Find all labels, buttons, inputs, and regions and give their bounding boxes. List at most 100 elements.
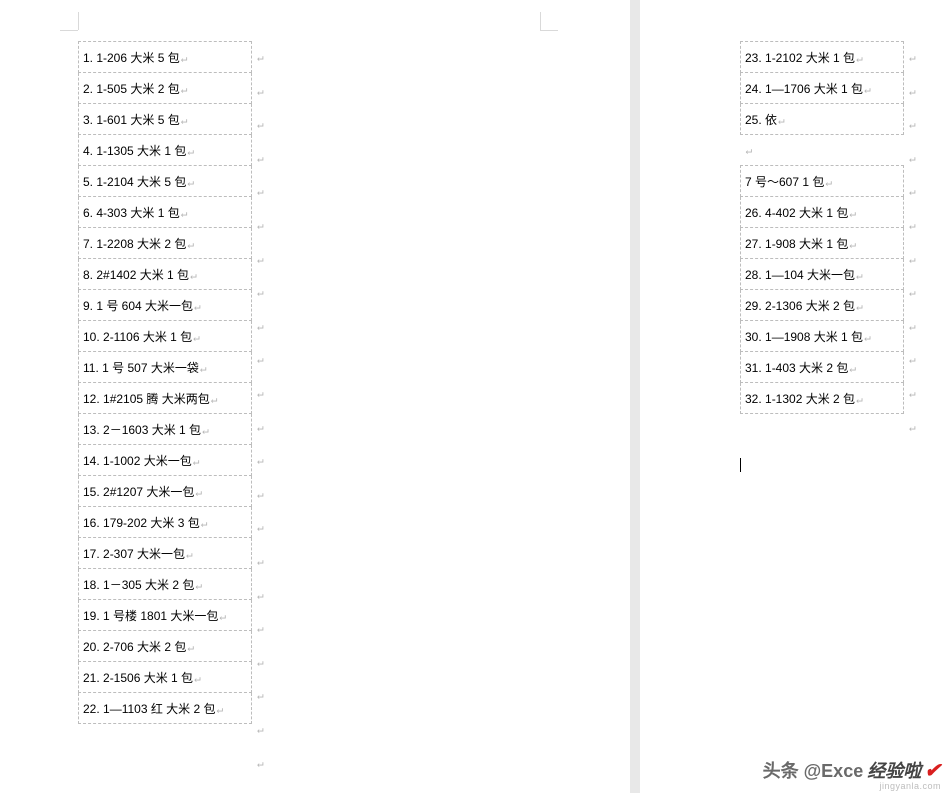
table-row[interactable]: 4. 1-1305 大米 1 包↵ (79, 135, 252, 166)
table-cell[interactable]: 11. 1 号 507 大米一袋↵ (79, 352, 252, 383)
return-mark-icon: ↵ (217, 703, 224, 716)
return-mark-icon: ↵ (909, 253, 916, 266)
table-cell[interactable]: 27. 1-908 大米 1 包↵ (741, 228, 904, 259)
table-row[interactable]: 1. 1-206 大米 5 包↵ (79, 42, 252, 73)
table-cell[interactable]: 30. 1—1908 大米 1 包↵ (741, 321, 904, 352)
table-row[interactable]: 19. 1 号楼 1801 大米一包↵ (79, 600, 252, 631)
table-row[interactable]: 18. 1－305 大米 2 包↵ (79, 569, 252, 600)
table-row[interactable]: 28. 1—104 大米一包↵ (741, 259, 904, 290)
page-separator (630, 0, 640, 793)
cell-text: 4. 1-1305 大米 1 包 (83, 144, 186, 158)
table-row[interactable]: 11. 1 号 507 大米一袋↵ (79, 352, 252, 383)
return-mark-icon: ↵ (909, 387, 916, 400)
return-mark-icon: ↵ (202, 424, 209, 437)
table-row[interactable]: 32. 1-1302 大米 2 包↵ (741, 383, 904, 414)
table-row[interactable]: 15. 2#1207 大米一包↵ (79, 476, 252, 507)
table-cell[interactable]: 10. 2-1106 大米 1 包↵ (79, 321, 252, 352)
table-row[interactable]: 2. 1-505 大米 2 包↵ (79, 73, 252, 104)
table-cell[interactable]: 14. 1-1002 大米一包↵ (79, 445, 252, 476)
table-row[interactable]: 31. 1-403 大米 2 包↵ (741, 352, 904, 383)
table-cell[interactable]: 25. 依↵ (741, 104, 904, 135)
table-row[interactable]: 27. 1-908 大米 1 包↵ (741, 228, 904, 259)
table-cell[interactable]: 31. 1-403 大米 2 包↵ (741, 352, 904, 383)
table-row[interactable]: 6. 4-303 大米 1 包↵ (79, 197, 252, 228)
cell-text: 31. 1-403 大米 2 包 (745, 361, 848, 375)
table-right[interactable]: 23. 1-2102 大米 1 包↵24. 1—1706 大米 1 包↵25. … (740, 41, 904, 414)
table-cell[interactable]: 22. 1—1103 红 大米 2 包↵ (79, 693, 252, 724)
table-cell[interactable]: ↵ (741, 135, 904, 166)
table-cell[interactable]: 20. 2-706 大米 2 包↵ (79, 631, 252, 662)
table-left[interactable]: 1. 1-206 大米 5 包↵2. 1-505 大米 2 包↵3. 1-601… (78, 41, 252, 724)
table-cell[interactable]: 32. 1-1302 大米 2 包↵ (741, 383, 904, 414)
cell-text: 25. 依 (745, 113, 777, 127)
return-mark-icon: ↵ (909, 286, 916, 299)
cell-text: 6. 4-303 大米 1 包 (83, 206, 180, 220)
return-mark-icon: ↵ (864, 83, 871, 96)
table-row[interactable]: 16. 179-202 大米 3 包↵ (79, 507, 252, 538)
return-mark-icon: ↵ (257, 723, 264, 736)
cell-text: 19. 1 号楼 1801 大米一包 (83, 609, 218, 623)
table-cell[interactable]: 24. 1—1706 大米 1 包↵ (741, 73, 904, 104)
table-cell[interactable]: 8. 2#1402 大米 1 包↵ (79, 259, 252, 290)
return-mark-icon: ↵ (909, 51, 916, 64)
watermark: 头条 @Exce 经验啦 ✔ (763, 757, 941, 783)
cell-text: 1. 1-206 大米 5 包 (83, 51, 180, 65)
return-mark-icon: ↵ (849, 207, 856, 220)
return-mark-icon: ↵ (856, 393, 863, 406)
table-row[interactable]: 8. 2#1402 大米 1 包↵ (79, 259, 252, 290)
table-row[interactable]: 29. 2-1306 大米 2 包↵ (741, 290, 904, 321)
table-row[interactable]: 24. 1—1706 大米 1 包↵ (741, 73, 904, 104)
table-cell[interactable]: 26. 4-402 大米 1 包↵ (741, 197, 904, 228)
table-cell[interactable]: 9. 1 号 604 大米一包↵ (79, 290, 252, 321)
table-cell[interactable]: 6. 4-303 大米 1 包↵ (79, 197, 252, 228)
table-cell[interactable]: 19. 1 号楼 1801 大米一包↵ (79, 600, 252, 631)
table-row[interactable]: 22. 1—1103 红 大米 2 包↵ (79, 693, 252, 724)
table-row[interactable]: 25. 依↵ (741, 104, 904, 135)
table-row[interactable]: 5. 1-2104 大米 5 包↵ (79, 166, 252, 197)
table-cell[interactable]: 3. 1-601 大米 5 包↵ (79, 104, 252, 135)
cell-text: 23. 1-2102 大米 1 包 (745, 51, 855, 65)
table-cell[interactable]: 18. 1－305 大米 2 包↵ (79, 569, 252, 600)
cell-text: 26. 4-402 大米 1 包 (745, 206, 848, 220)
table-cell[interactable]: 1. 1-206 大米 5 包↵ (79, 42, 252, 73)
table-row[interactable]: 20. 2-706 大米 2 包↵ (79, 631, 252, 662)
table-row[interactable]: 7. 1-2208 大米 2 包↵ (79, 228, 252, 259)
return-mark-icon: ↵ (257, 286, 264, 299)
table-row[interactable]: 21. 2-1506 大米 1 包↵ (79, 662, 252, 693)
return-mark-icon: ↵ (746, 144, 753, 157)
return-mark-icon: ↵ (257, 219, 264, 232)
table-row[interactable]: 13. 2－1603 大米 1 包↵ (79, 414, 252, 445)
table-cell[interactable]: 4. 1-1305 大米 1 包↵ (79, 135, 252, 166)
return-mark-icon: ↵ (909, 320, 916, 333)
table-row[interactable]: 14. 1-1002 大米一包↵ (79, 445, 252, 476)
table-row[interactable]: 26. 4-402 大米 1 包↵ (741, 197, 904, 228)
table-cell[interactable]: 29. 2-1306 大米 2 包↵ (741, 290, 904, 321)
table-cell[interactable]: 21. 2-1506 大米 1 包↵ (79, 662, 252, 693)
table-cell[interactable]: 5. 1-2104 大米 5 包↵ (79, 166, 252, 197)
table-row[interactable]: 30. 1—1908 大米 1 包↵ (741, 321, 904, 352)
table-cell[interactable]: 12. 1#2105 腾 大米两包↵ (79, 383, 252, 414)
table-row[interactable]: 7 号～607 1 包↵ (741, 166, 904, 197)
table-row[interactable]: 17. 2-307 大米一包↵ (79, 538, 252, 569)
table-row[interactable]: 9. 1 号 604 大米一包↵ (79, 290, 252, 321)
return-mark-icon: ↵ (856, 269, 863, 282)
return-mark-icon: ↵ (909, 421, 916, 434)
table-cell[interactable]: 17. 2-307 大米一包↵ (79, 538, 252, 569)
table-cell[interactable]: 2. 1-505 大米 2 包↵ (79, 73, 252, 104)
return-mark-icon: ↵ (187, 238, 194, 251)
crop-mark (540, 12, 542, 30)
table-row[interactable]: 23. 1-2102 大米 1 包↵ (741, 42, 904, 73)
table-cell[interactable]: 13. 2－1603 大米 1 包↵ (79, 414, 252, 445)
return-mark-icon: ↵ (257, 185, 264, 198)
table-cell[interactable]: 23. 1-2102 大米 1 包↵ (741, 42, 904, 73)
table-row[interactable]: 10. 2-1106 大米 1 包↵ (79, 321, 252, 352)
table-row[interactable]: ↵ (741, 135, 904, 166)
return-mark-icon: ↵ (778, 114, 785, 127)
table-cell[interactable]: 28. 1—104 大米一包↵ (741, 259, 904, 290)
table-cell[interactable]: 7 号～607 1 包↵ (741, 166, 904, 197)
table-cell[interactable]: 7. 1-2208 大米 2 包↵ (79, 228, 252, 259)
table-row[interactable]: 3. 1-601 大米 5 包↵ (79, 104, 252, 135)
table-cell[interactable]: 16. 179-202 大米 3 包↵ (79, 507, 252, 538)
table-cell[interactable]: 15. 2#1207 大米一包↵ (79, 476, 252, 507)
table-row[interactable]: 12. 1#2105 腾 大米两包↵ (79, 383, 252, 414)
